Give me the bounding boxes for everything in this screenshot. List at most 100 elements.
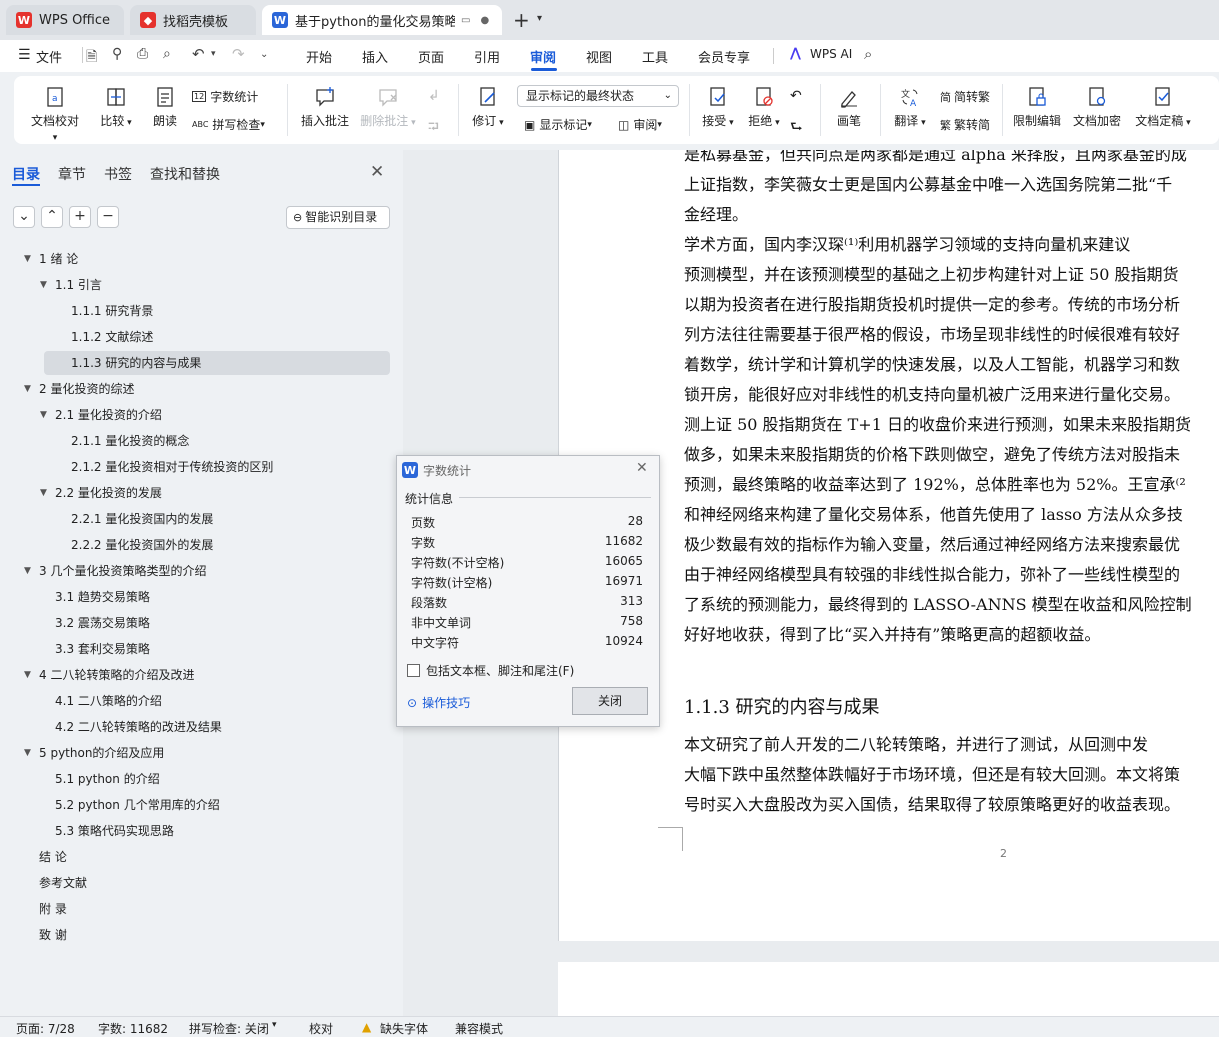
expand-button[interactable]: ⌃ bbox=[41, 206, 63, 228]
menu-start[interactable]: 开始 bbox=[306, 47, 332, 66]
previous-comment-icon[interactable]: ↲ bbox=[428, 88, 440, 104]
expand-triangle-icon[interactable]: ▼ bbox=[24, 247, 31, 271]
nav-tab-chapters[interactable]: 章节 bbox=[58, 164, 86, 184]
toc-item[interactable]: ▼ 4 二八轮转策略的介绍及改进 bbox=[0, 663, 402, 687]
dialog-close-icon[interactable]: ✕ bbox=[636, 460, 648, 476]
previous-change-icon[interactable]: ↶ bbox=[790, 88, 802, 104]
page-indicator[interactable]: 页面: 7/28 bbox=[16, 1020, 75, 1037]
spell-check-indicator[interactable]: 拼写检查: 关闭 bbox=[189, 1020, 269, 1037]
section-heading[interactable]: 1.1.3 研究的内容与成果 bbox=[684, 693, 880, 719]
wps-ai-icon[interactable]: ⋀ bbox=[790, 46, 801, 61]
menu-file[interactable]: 文件 bbox=[36, 47, 62, 66]
smart-toc-button[interactable]: ⊖ 智能识别目录 bbox=[286, 206, 390, 229]
remove-heading-button[interactable]: − bbox=[97, 206, 119, 228]
toc-item[interactable]: 5.1 python 的介绍 bbox=[0, 767, 402, 791]
redo-icon[interactable]: ↷ bbox=[232, 45, 245, 63]
expand-triangle-icon[interactable]: ▼ bbox=[40, 403, 47, 427]
undo-icon[interactable]: ↶ bbox=[192, 45, 205, 63]
toc-item[interactable]: 1.1.1 研究背景 bbox=[0, 299, 402, 323]
next-comment-icon[interactable]: ⮒ bbox=[428, 116, 439, 140]
new-tab-button[interactable]: + bbox=[513, 8, 530, 32]
restrict-edit-button[interactable]: 限制编辑 bbox=[1010, 86, 1064, 129]
toc-item[interactable]: 参考文献 bbox=[0, 871, 402, 895]
toc-item[interactable]: 2.1.2 量化投资相对于传统投资的区别 bbox=[0, 455, 402, 479]
delete-comment-button[interactable]: 删除批注 ▾ bbox=[358, 86, 418, 129]
tab-document[interactable]: W 基于python的量化交易策略 ▭ ● bbox=[262, 5, 502, 35]
toc-item[interactable]: ▼ 2.2 量化投资的发展 bbox=[0, 481, 402, 505]
toc-item[interactable]: ▼ 1.1 引言 bbox=[0, 273, 402, 297]
translate-button[interactable]: 文A 翻译 ▾ bbox=[890, 86, 930, 129]
menu-reference[interactable]: 引用 bbox=[474, 47, 500, 66]
expand-triangle-icon[interactable]: ▼ bbox=[24, 559, 31, 583]
toc-item[interactable]: ▼ 2 量化投资的综述 bbox=[0, 377, 402, 401]
missing-font-indicator[interactable]: 缺失字体 bbox=[380, 1020, 428, 1037]
menu-review[interactable]: 审阅 bbox=[530, 47, 556, 66]
toc-item[interactable]: 致 谢 bbox=[0, 923, 402, 947]
spell-check-button[interactable]: ABC 拼写检查 ▾ bbox=[192, 116, 265, 133]
toc-item[interactable]: 3.3 套利交易策略 bbox=[0, 637, 402, 661]
include-checkbox-row[interactable]: 包括文本框、脚注和尾注(F) bbox=[407, 662, 574, 679]
finalize-button[interactable]: 文档定稿 ▾ bbox=[1130, 86, 1196, 129]
save-icon[interactable]: 🗎 bbox=[86, 46, 97, 70]
menu-tools[interactable]: 工具 bbox=[642, 47, 668, 66]
share-icon[interactable]: ⚲ bbox=[112, 46, 122, 62]
search-icon[interactable]: ⌕ bbox=[864, 45, 872, 63]
reject-button[interactable]: 拒绝 ▾ bbox=[744, 86, 784, 129]
toc-item[interactable]: 2.2.1 量化投资国内的发展 bbox=[0, 507, 402, 531]
expand-triangle-icon[interactable]: ▼ bbox=[40, 481, 47, 505]
review-pane-button[interactable]: ◫ 审阅 ▾ bbox=[618, 116, 662, 133]
word-count-indicator[interactable]: 字数: 11682 bbox=[98, 1020, 168, 1037]
toc-item[interactable]: ▼ 2.1 量化投资的介绍 bbox=[0, 403, 402, 427]
chevron-down-icon[interactable]: ▾ bbox=[272, 1020, 277, 1030]
close-button[interactable]: 关闭 bbox=[572, 687, 648, 715]
tab-wps-office[interactable]: W WPS Office bbox=[6, 5, 124, 35]
expand-triangle-icon[interactable]: ▼ bbox=[24, 741, 31, 765]
nav-tab-bookmarks[interactable]: 书签 bbox=[104, 164, 132, 184]
markup-state-select[interactable]: 显示标记的最终状态 ⌄ bbox=[517, 85, 679, 107]
expand-triangle-icon[interactable]: ▼ bbox=[24, 663, 31, 687]
doc-check-button[interactable]: a 文档校对 ▾ bbox=[28, 86, 82, 143]
compare-button[interactable]: 比较 ▾ bbox=[96, 86, 136, 129]
chevron-down-icon[interactable]: ▾ bbox=[537, 13, 542, 24]
toc-item[interactable]: 3.2 震荡交易策略 bbox=[0, 611, 402, 635]
to-traditional-button[interactable]: 简 简转繁 bbox=[940, 88, 990, 105]
menu-insert[interactable]: 插入 bbox=[362, 47, 388, 66]
menu-member[interactable]: 会员专享 bbox=[698, 47, 750, 66]
menu-view[interactable]: 视图 bbox=[586, 47, 612, 66]
close-icon[interactable]: ✕ bbox=[370, 162, 384, 182]
word-count-button[interactable]: 12 字数统计 bbox=[192, 88, 258, 105]
read-aloud-button[interactable]: 朗读 bbox=[148, 86, 182, 129]
accept-button[interactable]: 接受 ▾ bbox=[698, 86, 738, 129]
print-icon[interactable]: ⎙ bbox=[137, 46, 148, 62]
tips-link[interactable]: ⊙ 操作技巧 bbox=[407, 694, 470, 711]
toc-item[interactable]: 2.1.1 量化投资的概念 bbox=[0, 429, 402, 453]
collapse-button[interactable]: ⌄ bbox=[13, 206, 35, 228]
print-preview-icon[interactable]: ⌕ bbox=[163, 46, 171, 62]
toc-item[interactable]: 2.2.2 量化投资国外的发展 bbox=[0, 533, 402, 557]
toc-item[interactable]: ▼ 1 绪 论 bbox=[0, 247, 402, 271]
unsaved-dot-icon[interactable]: ● bbox=[480, 15, 489, 26]
toc-item[interactable]: 1.1.2 文献综述 bbox=[0, 325, 402, 349]
chevron-down-icon[interactable]: ▾ bbox=[211, 49, 216, 59]
next-change-icon[interactable]: ⮑ bbox=[790, 116, 803, 140]
toc-item[interactable]: 4.2 二八轮转策略的改进及结果 bbox=[0, 715, 402, 739]
revise-button[interactable]: 修订 ▾ bbox=[468, 86, 508, 129]
to-simplified-button[interactable]: 繁 繁转简 bbox=[940, 116, 990, 133]
expand-triangle-icon[interactable]: ▼ bbox=[40, 273, 47, 297]
show-markup-button[interactable]: ▣ 显示标记 ▾ bbox=[524, 116, 592, 133]
proof-indicator[interactable]: 校对 bbox=[309, 1020, 333, 1037]
window-icon[interactable]: ▭ bbox=[461, 15, 470, 26]
menu-page[interactable]: 页面 bbox=[418, 47, 444, 66]
toc-item[interactable]: 1.1.3 研究的内容与成果 bbox=[0, 351, 402, 375]
toc-item[interactable]: 5.3 策略代码实现思路 bbox=[0, 819, 402, 843]
toc-item[interactable]: ▼ 5 python的介绍及应用 bbox=[0, 741, 402, 765]
hamburger-icon[interactable]: ☰ bbox=[18, 47, 31, 63]
toc-item[interactable]: 5.2 python 几个常用库的介绍 bbox=[0, 793, 402, 817]
insert-comment-button[interactable]: 插入批注 bbox=[298, 86, 352, 129]
wps-ai-button[interactable]: WPS AI bbox=[810, 47, 852, 61]
nav-tab-find-replace[interactable]: 查找和替换 bbox=[150, 164, 220, 184]
toc-item[interactable]: ▼ 3 几个量化投资策略类型的介绍 bbox=[0, 559, 402, 583]
toc-item[interactable]: 结 论 bbox=[0, 845, 402, 869]
toc-item[interactable]: 3.1 趋势交易策略 bbox=[0, 585, 402, 609]
tab-docer[interactable]: ◆ 找稻壳模板 bbox=[130, 5, 256, 35]
